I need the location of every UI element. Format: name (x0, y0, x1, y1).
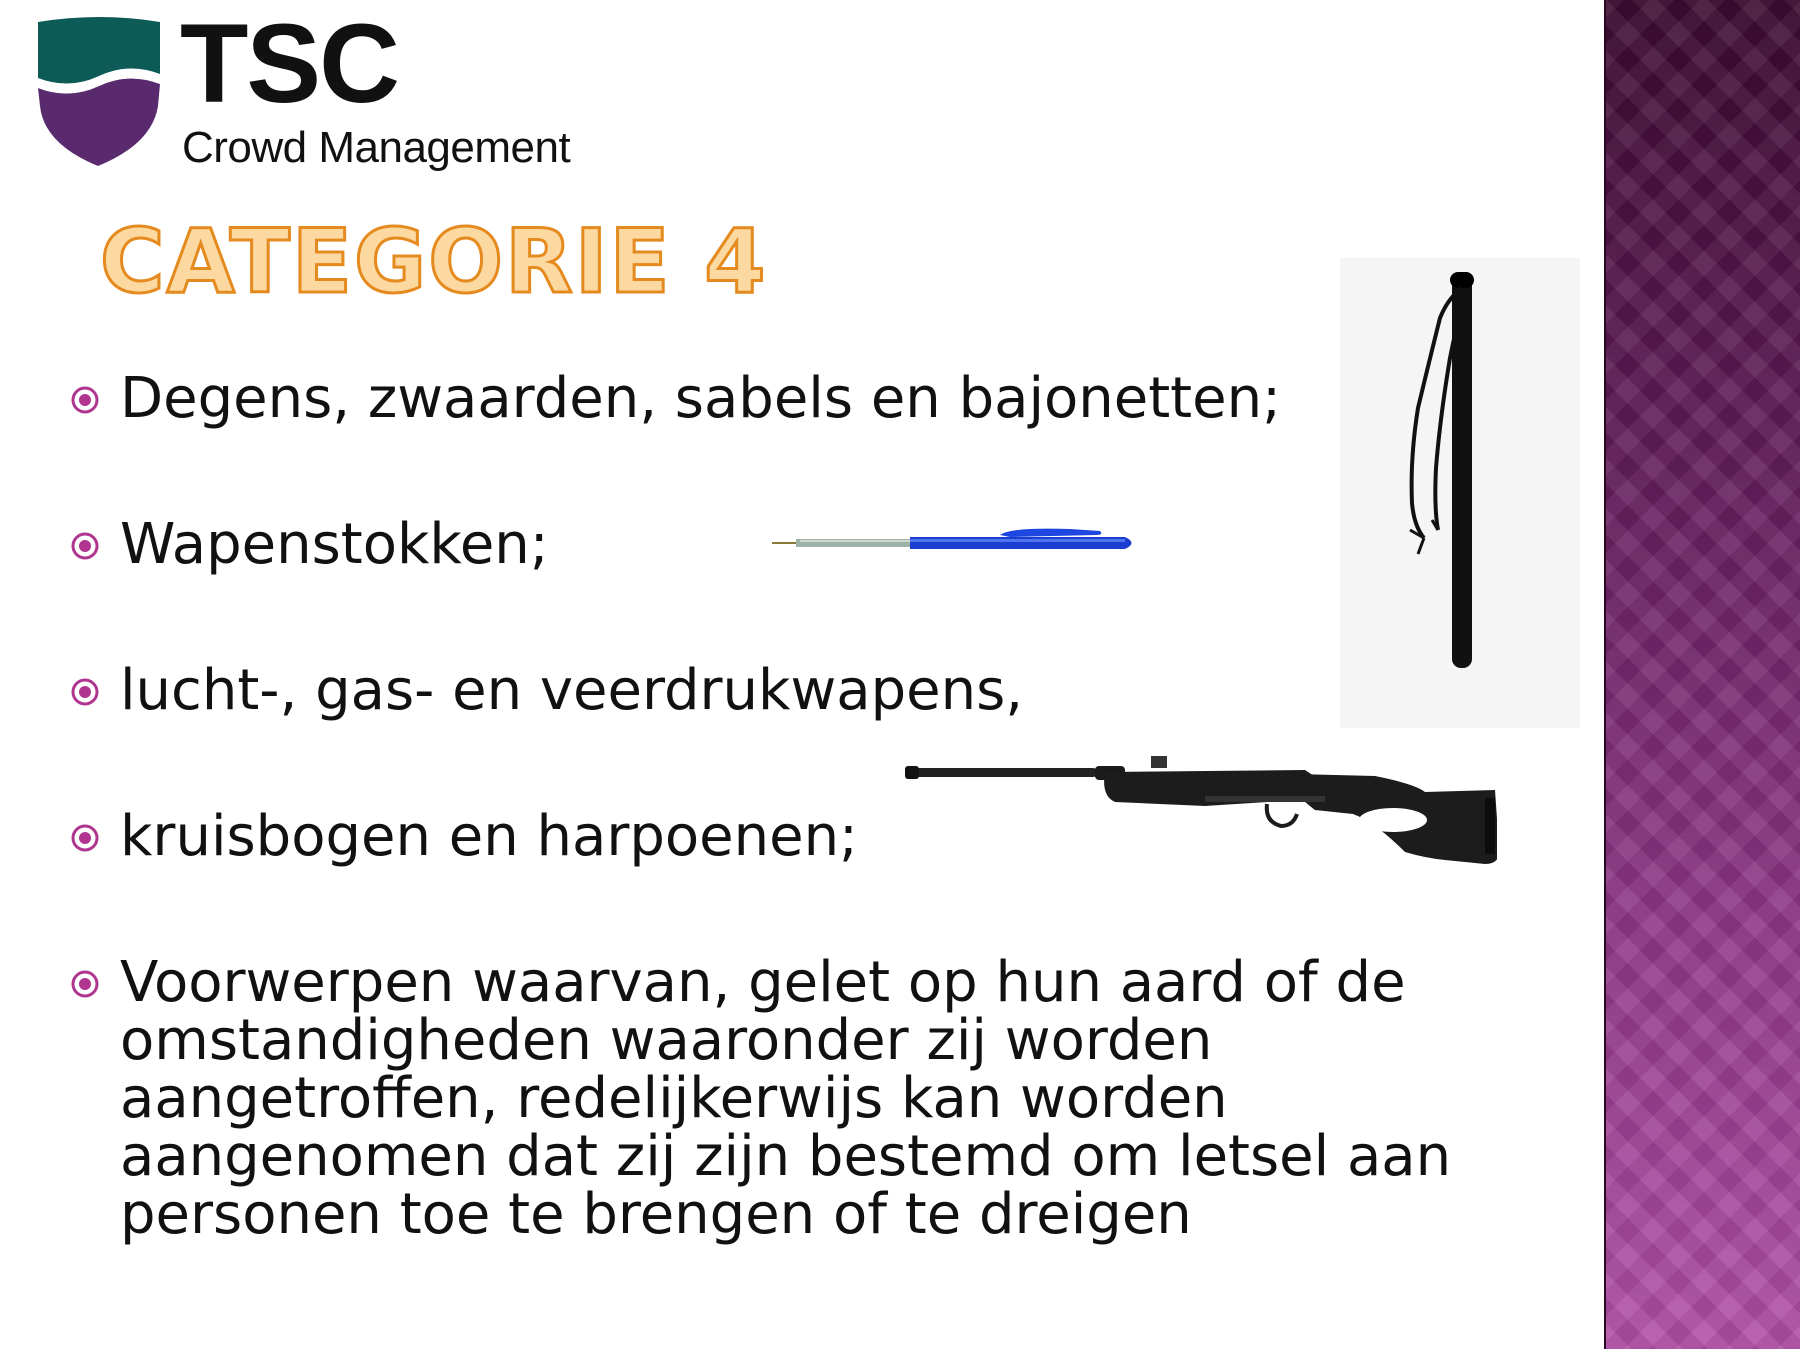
pen-image (772, 528, 1132, 549)
logo-tagline: Crowd Management (182, 123, 571, 172)
circle-dot-icon (71, 678, 99, 706)
tsc-logo: TSC Crowd Management (34, 8, 614, 184)
slide-title: Categorie 4 (99, 210, 768, 313)
bullet-text: Voorwerpen waarvan, gelet op hun aard of… (120, 950, 1452, 1247)
circle-dot-icon (71, 824, 99, 852)
circle-dot-icon (71, 970, 99, 998)
bullet-text: lucht-, gas- en veerdrukwapens, (120, 658, 1024, 723)
bullet-text: Wapenstokken; (120, 512, 549, 577)
circle-dot-icon (71, 532, 99, 560)
slide: TSC Crowd Management Categorie 4 Degens,… (0, 0, 1800, 1349)
bullet-text: Degens, zwaarden, sabels en bajonetten; (120, 366, 1281, 431)
baton-image (1340, 258, 1580, 728)
circle-dot-icon (71, 386, 99, 414)
logo-tsc-text: TSC (180, 1, 400, 126)
logo-wordmark: TSC Crowd Management (34, 8, 614, 184)
bullet-text: kruisbogen en harpoenen; (120, 804, 858, 869)
decorative-side-band (1604, 0, 1800, 1349)
air-rifle-image (905, 756, 1497, 864)
